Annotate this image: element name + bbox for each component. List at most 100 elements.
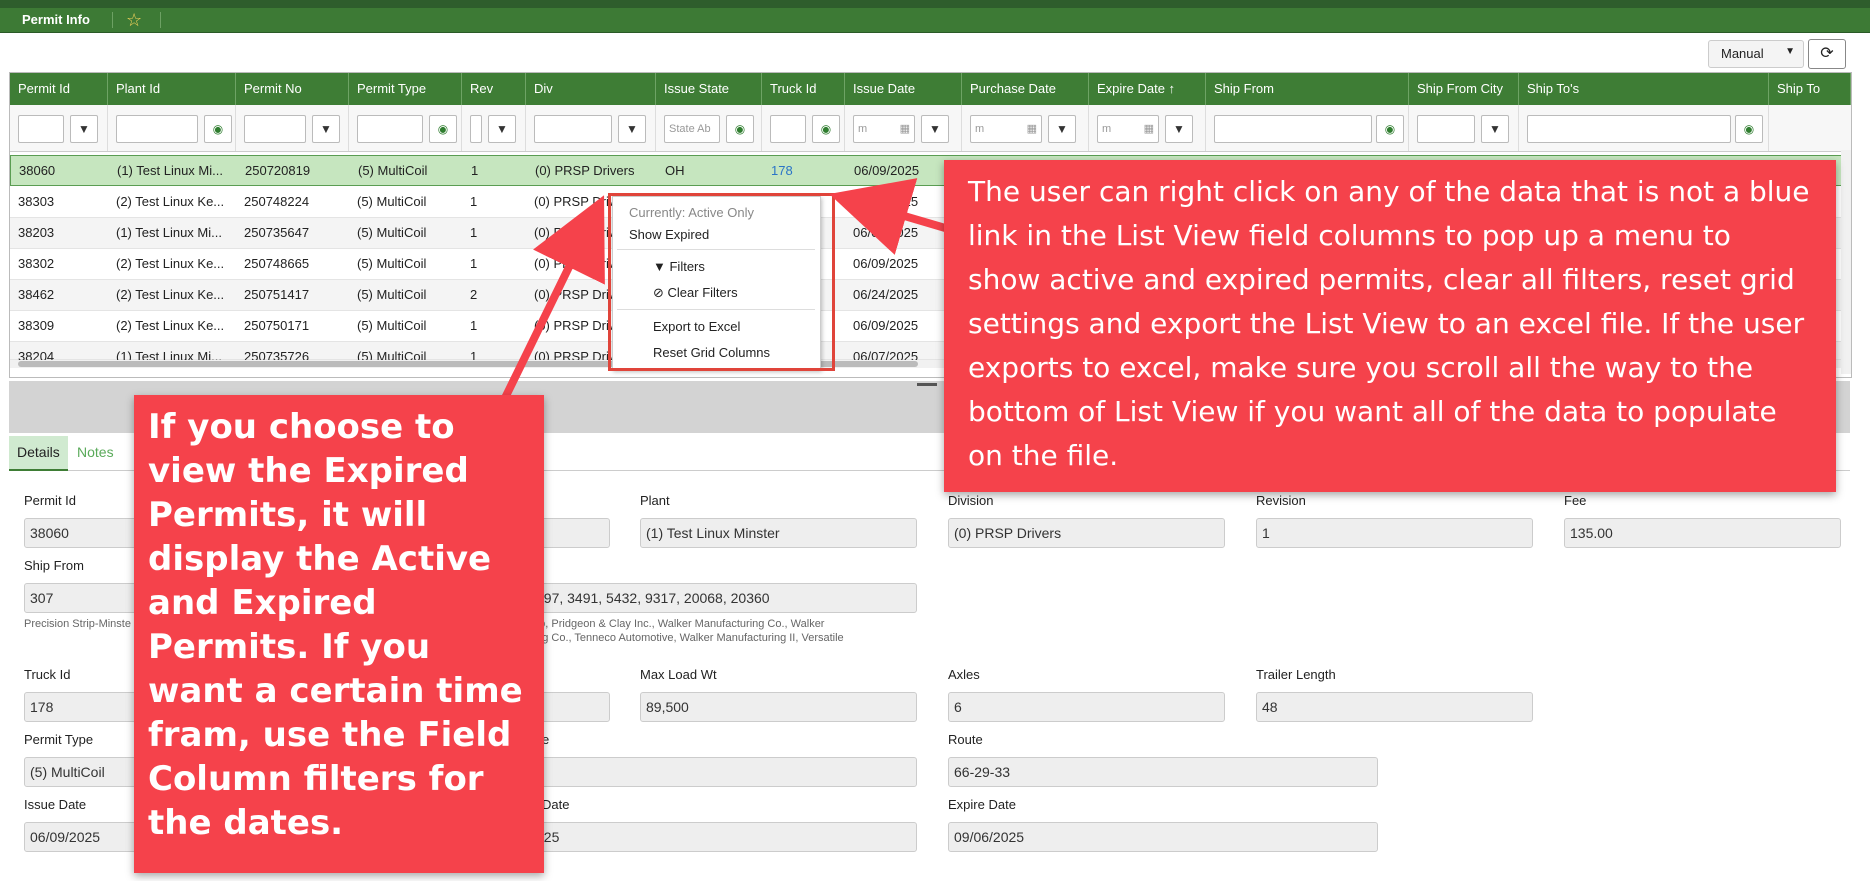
filter-input[interactable] <box>1417 115 1475 143</box>
column-header-expire-date[interactable]: Expire Date ↑ <box>1089 73 1206 105</box>
filter-cell: ▼ <box>526 105 656 151</box>
permit-id-field[interactable]: 38060 <box>24 518 144 548</box>
cell-rev: 1 <box>471 163 479 178</box>
cell-permit-type: (5) MultiCoil <box>357 256 427 271</box>
binoculars-icon[interactable]: ◉ <box>1735 115 1763 143</box>
issue-date-field[interactable]: 06/09/2025 <box>24 822 144 852</box>
binoculars-icon[interactable]: ◉ <box>812 115 840 143</box>
cell-permit-id: 38060 <box>19 163 56 178</box>
column-header-rev[interactable]: Rev <box>462 73 526 105</box>
fee-label: Fee <box>1564 493 1587 508</box>
column-header-ship-to[interactable]: Ship To <box>1769 73 1851 105</box>
filter-input[interactable] <box>357 115 423 143</box>
purchase-date-field[interactable]: 025 <box>530 822 917 852</box>
date-filter-input[interactable]: m ▦ <box>853 115 915 143</box>
date-placeholder: m <box>1102 123 1112 135</box>
binoculars-icon[interactable]: ◉ <box>204 115 232 143</box>
refresh-button[interactable]: ⟳ <box>1808 39 1846 69</box>
filter-input[interactable] <box>244 115 306 143</box>
filter-input[interactable] <box>1527 115 1731 143</box>
filter-input[interactable] <box>1214 115 1372 143</box>
column-header-permit-type[interactable]: Permit Type <box>349 73 462 105</box>
issue-state-filter-input[interactable]: State Ab <box>664 115 720 143</box>
filter-icon[interactable]: ▼ <box>312 115 340 143</box>
ship-to-field[interactable]: 097, 3491, 5432, 9317, 20068, 20360 <box>530 583 917 613</box>
column-header-permit-id[interactable]: Permit Id <box>10 73 108 105</box>
axles-label: Axles <box>948 667 980 682</box>
expire-date-field[interactable]: 09/06/2025 <box>948 822 1378 852</box>
filter-input[interactable] <box>116 115 198 143</box>
expire-date-label: Expire Date <box>948 797 1016 812</box>
plant-field[interactable]: (1) Test Linux Minster <box>640 518 917 548</box>
filter-icon[interactable]: ▼ <box>921 115 949 143</box>
column-header-ship-from-city[interactable]: Ship From City <box>1409 73 1519 105</box>
filter-cell: m ▦ ▼ <box>1089 105 1206 151</box>
filter-input[interactable] <box>534 115 612 143</box>
binoculars-icon[interactable]: ◉ <box>1376 115 1404 143</box>
permit-type-field[interactable]: (5) MultiCoil <box>24 757 144 787</box>
cell-div: (0) PRSP Drivers <box>535 163 635 178</box>
tab-details[interactable]: Details <box>9 436 68 471</box>
cell-permit-type: (5) MultiCoil <box>358 163 428 178</box>
cell-permit-type: (5) MultiCoil <box>357 194 427 209</box>
trailer-length-label: Trailer Length <box>1256 667 1336 682</box>
filter-cell: ▼ <box>1409 105 1519 151</box>
vertical-scrollbar[interactable] <box>1841 150 1851 374</box>
column-header-ship-from[interactable]: Ship From <box>1206 73 1409 105</box>
filter-cell: ◉ <box>1519 105 1769 151</box>
max-load-field[interactable]: 89,500 <box>640 692 917 722</box>
axles-field[interactable]: 6 <box>948 692 1225 722</box>
ship-from-field[interactable]: 307 <box>24 583 144 613</box>
binoculars-icon[interactable]: ◉ <box>429 115 457 143</box>
truck-id-link[interactable]: 178 <box>763 156 846 186</box>
issue-date-label: Issue Date <box>24 797 87 812</box>
column-header-issue-date[interactable]: Issue Date <box>845 73 962 105</box>
filter-input[interactable] <box>770 115 806 143</box>
tab-notes[interactable]: Notes <box>69 436 122 469</box>
refresh-icon: ⟳ <box>1820 45 1834 62</box>
filter-input[interactable] <box>470 115 482 143</box>
filter-icon[interactable]: ▼ <box>488 115 516 143</box>
trailer-length-field[interactable]: 48 <box>1256 692 1533 722</box>
column-header-issue-state[interactable]: Issue State <box>656 73 762 105</box>
cell-permit-id: 38303 <box>18 194 55 209</box>
date-filter-input[interactable]: m ▦ <box>1097 115 1159 143</box>
fee-field[interactable]: 135.00 <box>1564 518 1841 548</box>
splitter-grip[interactable] <box>917 383 937 386</box>
column-header-plant-id[interactable]: Plant Id <box>108 73 236 105</box>
cell-permit-type: (5) MultiCoil <box>357 287 427 302</box>
calendar-icon[interactable]: ▦ <box>1027 116 1037 142</box>
column-header-permit-no[interactable]: Permit No <box>236 73 349 105</box>
filter-input[interactable] <box>18 115 64 143</box>
cell-rev: 1 <box>470 318 478 333</box>
tab-permit-info[interactable]: Permit Info <box>6 8 106 32</box>
calendar-icon[interactable]: ▦ <box>900 116 910 142</box>
filter-icon[interactable]: ▼ <box>618 115 646 143</box>
ship-to-names-line-1: ato, Pridgeon & Clay Inc., Walker Manufa… <box>530 618 825 630</box>
filter-icon[interactable]: ▼ <box>1048 115 1076 143</box>
column-header-ship-tos[interactable]: Ship To's <box>1519 73 1769 105</box>
star-icon[interactable]: ☆ <box>126 10 146 30</box>
binoculars-icon[interactable]: ◉ <box>726 115 754 143</box>
filter-icon[interactable]: ▼ <box>1165 115 1193 143</box>
calendar-icon[interactable]: ▦ <box>1144 116 1154 142</box>
truck-id-field[interactable]: 178 <box>24 692 144 722</box>
filter-cell: State Ab ◉ <box>656 105 762 151</box>
revision-field[interactable]: 1 <box>1256 518 1533 548</box>
filter-cell: ◉ <box>349 105 462 151</box>
menu-highlight-box <box>608 193 835 371</box>
filter-icon[interactable]: ▼ <box>1481 115 1509 143</box>
date-filter-input[interactable]: m ▦ <box>970 115 1042 143</box>
column-header-purchase-date[interactable]: Purchase Date <box>962 73 1089 105</box>
filter-icon[interactable]: ▼ <box>70 115 98 143</box>
cell-plant-id: (2) Test Linux Ke... <box>116 194 225 209</box>
cell-permit-no: 250751417 <box>244 287 310 302</box>
filter-cell: m ▦ ▼ <box>962 105 1089 151</box>
division-field[interactable]: (0) PRSP Drivers <box>948 518 1225 548</box>
column-header-truck-id[interactable]: Truck Id <box>762 73 845 105</box>
column-header-div[interactable]: Div <box>526 73 656 105</box>
hidden-field[interactable] <box>530 757 917 787</box>
mode-select[interactable]: Manual ▼ <box>1708 40 1804 68</box>
route-field[interactable]: 66-29-33 <box>948 757 1378 787</box>
ship-from-label: Ship From <box>24 558 84 573</box>
